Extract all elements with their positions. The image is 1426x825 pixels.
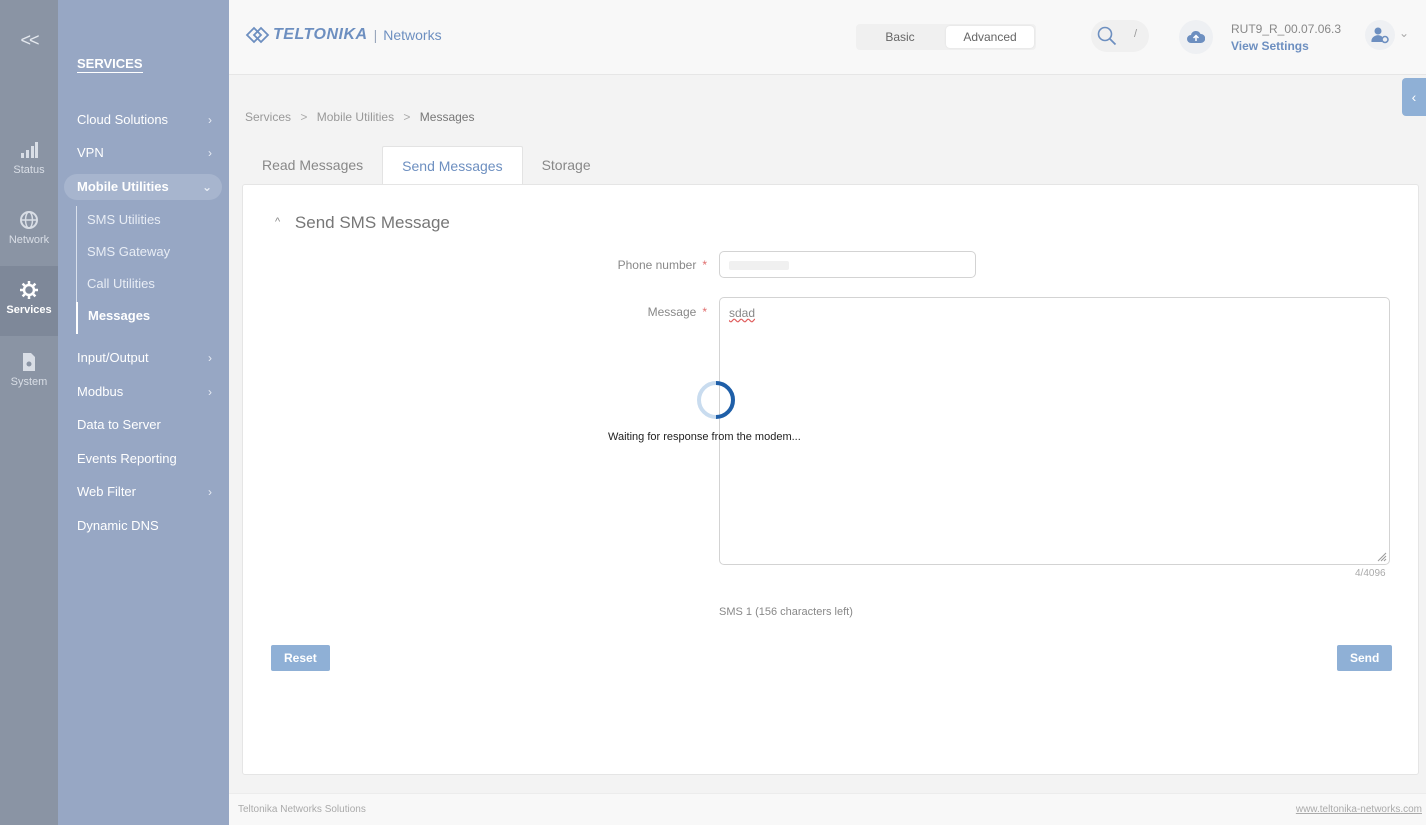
view-settings-link[interactable]: View Settings <box>1231 39 1341 53</box>
message-tabs: Read Messages Send Messages Storage <box>243 146 610 186</box>
sidebar-item-label: Modbus <box>77 384 124 399</box>
chevron-down-icon: ⌄ <box>201 180 212 194</box>
submenu-item-sms-gateway[interactable]: SMS Gateway <box>77 238 216 270</box>
search-button[interactable]: / <box>1091 20 1149 52</box>
breadcrumb: Services > Mobile Utilities > Messages <box>245 110 474 124</box>
section-header[interactable]: ^ Send SMS Message <box>275 213 450 233</box>
send-sms-panel: ^ Send SMS Message Phone number * Message… <box>242 184 1419 775</box>
rail-label-services: Services <box>6 304 52 316</box>
teltonika-logo[interactable]: TELTONIKA | Networks <box>245 26 442 44</box>
signal-bars-icon <box>21 142 38 158</box>
toggle-side-panel-button[interactable]: ‹ <box>1402 78 1426 116</box>
mobile-utilities-submenu: SMS Utilities SMS Gateway Call Utilities… <box>76 206 216 334</box>
breadcrumb-item-mobile-utilities[interactable]: Mobile Utilities <box>317 110 394 124</box>
user-settings-icon <box>1371 27 1389 44</box>
character-counter: 4/4096 <box>1355 568 1386 579</box>
tab-storage[interactable]: Storage <box>523 146 610 186</box>
chevron-right-icon: › <box>208 351 212 365</box>
sidebar-item-label: Web Filter <box>77 484 136 499</box>
breadcrumb-separator: > <box>403 110 411 124</box>
sidebar-item-modbus[interactable]: Modbus › <box>64 379 222 405</box>
tab-read-messages[interactable]: Read Messages <box>243 146 382 186</box>
rail-label-network: Network <box>8 234 50 246</box>
footer-company: Teltonika Networks Solutions <box>238 804 366 815</box>
firmware-version: RUT9_R_00.07.06.3 <box>1231 22 1342 36</box>
globe-icon <box>20 211 38 229</box>
cloud-upload-button[interactable] <box>1179 20 1213 54</box>
page-footer: Teltonika Networks Solutions www.teltoni… <box>229 793 1426 825</box>
required-mark: * <box>702 258 707 272</box>
chevron-down-icon[interactable]: ⌄ <box>1399 26 1409 40</box>
section-title: Send SMS Message <box>294 213 450 232</box>
submenu-item-call-utilities[interactable]: Call Utilities <box>77 270 216 302</box>
mode-toggle: Basic Advanced <box>856 24 1036 50</box>
sms-count-info: SMS 1 (156 characters left) <box>719 606 853 618</box>
brand-separator: | <box>373 27 378 43</box>
sidebar-item-label: VPN <box>77 145 104 160</box>
submenu-item-messages[interactable]: Messages <box>76 302 216 334</box>
icon-rail: << Status Network Services System <box>0 0 58 825</box>
top-header: TELTONIKA | Networks Basic Advanced / RU… <box>229 0 1426 75</box>
sidebar-item-events-reporting[interactable]: Events Reporting <box>64 446 222 472</box>
required-mark: * <box>702 305 707 319</box>
mode-advanced-button[interactable]: Advanced <box>946 26 1034 48</box>
rail-item-services[interactable]: Services <box>0 266 58 336</box>
chevron-right-icon: › <box>208 113 212 127</box>
rail-item-status[interactable]: Status <box>0 140 58 208</box>
loading-message: Waiting for response from the modem... <box>608 431 801 443</box>
message-label: Message * <box>567 305 707 319</box>
breadcrumb-item-services[interactable]: Services <box>245 110 291 124</box>
chevron-right-icon: › <box>208 385 212 399</box>
sidebar-item-input-output[interactable]: Input/Output › <box>64 345 222 371</box>
submenu-item-sms-utilities[interactable]: SMS Utilities <box>77 206 216 238</box>
collapse-caret-icon: ^ <box>275 216 281 228</box>
sidebar-item-label: Cloud Solutions <box>77 112 169 127</box>
loading-spinner-icon <box>697 381 735 419</box>
sidebar-item-mobile-utilities[interactable]: Mobile Utilities ⌄ <box>64 174 222 200</box>
phone-number-label: Phone number * <box>567 258 707 272</box>
rail-label-status: Status <box>13 164 45 176</box>
cloud-upload-icon <box>1187 30 1205 43</box>
sidebar-section-title: SERVICES <box>77 56 143 73</box>
rail-label-system: System <box>10 376 48 388</box>
sidebar-item-label: Data to Server <box>77 417 161 432</box>
brand-product: Networks <box>383 27 442 43</box>
chevron-right-icon: › <box>208 146 212 160</box>
sidebar-item-label: Events Reporting <box>77 451 177 466</box>
breadcrumb-item-messages: Messages <box>419 110 475 124</box>
teltonika-logo-icon <box>245 26 270 44</box>
sidebar-item-dynamic-dns[interactable]: Dynamic DNS <box>64 513 222 539</box>
resize-handle-icon[interactable] <box>1377 552 1387 562</box>
search-icon <box>1097 26 1117 46</box>
message-value: sdad <box>729 306 756 320</box>
sidebar-item-label: Mobile Utilities <box>77 179 169 194</box>
rail-item-system[interactable]: System <box>0 352 58 420</box>
mode-basic-button[interactable]: Basic <box>856 24 944 50</box>
sidebar-item-label: Dynamic DNS <box>77 518 159 533</box>
brand-name: TELTONIKA <box>273 26 368 43</box>
reset-button[interactable]: Reset <box>271 645 330 671</box>
breadcrumb-separator: > <box>300 110 308 124</box>
user-menu-button[interactable] <box>1365 20 1395 50</box>
sidebar-item-web-filter[interactable]: Web Filter › <box>64 479 222 505</box>
tab-send-messages[interactable]: Send Messages <box>382 146 523 186</box>
footer-website-link[interactable]: www.teltonika-networks.com <box>1296 804 1422 815</box>
send-button[interactable]: Send <box>1337 645 1393 671</box>
firmware-info: RUT9_R_00.07.06.3 View Settings <box>1231 22 1341 53</box>
sidebar-item-label: Input/Output <box>77 350 149 365</box>
phone-number-input[interactable] <box>719 251 976 278</box>
message-label-text: Message <box>647 305 697 319</box>
phone-number-label-text: Phone number <box>617 258 697 272</box>
message-textarea[interactable]: sdad <box>719 297 1390 565</box>
gear-icon <box>20 281 38 299</box>
file-gear-icon <box>23 353 35 371</box>
sidebar-item-cloud-solutions[interactable]: Cloud Solutions › <box>64 107 222 133</box>
sidebar-item-data-to-server[interactable]: Data to Server <box>64 412 222 438</box>
masked-phone-value <box>729 261 789 270</box>
collapse-sidebar-button[interactable]: << <box>0 30 58 51</box>
chevron-right-icon: › <box>208 485 212 499</box>
search-shortcut-hint: / <box>1133 28 1137 40</box>
sidebar-item-vpn[interactable]: VPN › <box>64 140 222 166</box>
